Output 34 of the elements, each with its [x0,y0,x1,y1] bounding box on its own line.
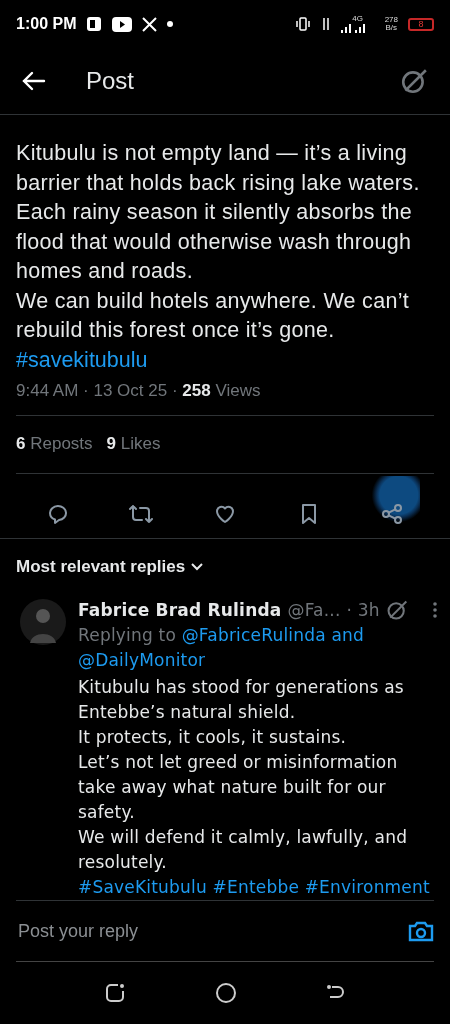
speed-unit: B/s [385,24,398,32]
sort-dropdown[interactable]: Most relevant replies [0,539,450,591]
avatar[interactable] [20,599,66,645]
app-notification-icon [86,16,103,32]
post-meta: 9:44 AM · 13 Oct 25 · 258 Views [16,381,434,416]
battery-icon: 8 [408,17,434,31]
author-handle: @Fa... [287,600,341,620]
x-icon [142,16,158,32]
clock-time: 1:00 PM [16,15,77,33]
reply-time: · 3h [346,600,380,620]
chevron-down-icon [191,563,204,571]
reply-text: Kitubulu has stood for generations as Entebbe’s natural shield. It protects, it cools, it sustains. Let’s not let greed or misinformation take away what nature built for our safety. We will defend it calmly, lawfully, and resolutely. [78,676,409,874]
camera-icon[interactable] [408,919,434,943]
hashtag-link[interactable]: #savekitubulu [16,345,434,375]
play-icon [112,16,133,32]
network-type: 4G [352,15,363,23]
recents-button[interactable] [104,982,127,1004]
slashed-circle-icon[interactable] [385,599,408,621]
reply-input[interactable]: Post your reply [16,919,408,943]
slashed-circle-icon[interactable] [400,67,428,95]
share-icon [380,501,405,526]
page-title: Post [86,67,135,95]
stat-link[interactable]: 9 Likes [106,434,161,455]
vibrate-icon [294,17,311,31]
post-text: Kitubulu is not empty land — it’s a living barrier that holds back rising lake waters. Each rainy season it silently absorbs the flood that would otherwise wash through homes and roads. We can build hotels anywhere. We can’t rebuild this forest once it’s gone. [16,140,421,344]
author-name[interactable]: Fabrice Brad Rulinda [78,600,282,620]
back-arrow-icon[interactable] [22,71,46,91]
dot-icon [167,21,174,27]
hashtag-links[interactable]: #SaveKitubulu #Entebbe #Environment [78,875,438,900]
network-speed: 278 [384,16,398,24]
stat-link[interactable]: 6 Reposts [16,434,93,455]
more-options-icon[interactable] [432,601,438,619]
home-button[interactable] [215,982,237,1004]
replying-to-text: Replying to @FabriceRulinda and @DailyMonitor [78,624,366,672]
